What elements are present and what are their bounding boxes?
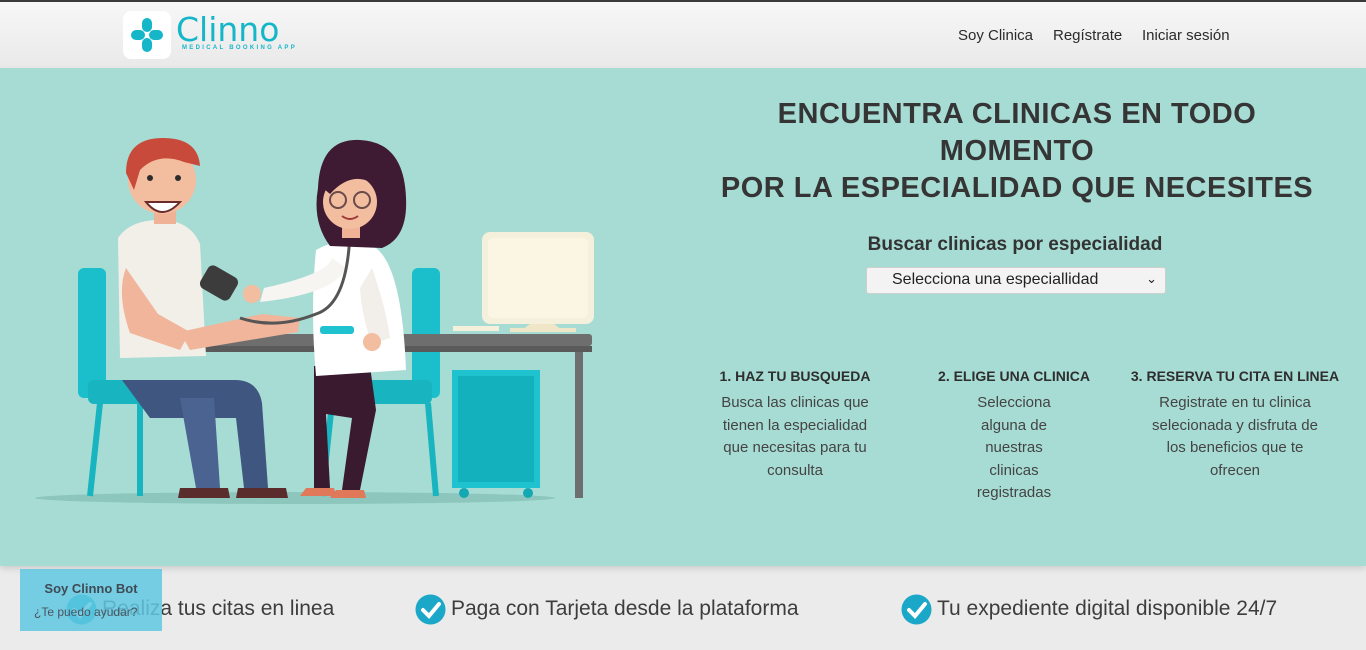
- step-card-book: 3. RESERVA TU CITA EN LINEA Registrate e…: [1124, 368, 1346, 482]
- chatbot-widget[interactable]: Soy Clinno Bot ¿Te puedo ayudar?: [20, 569, 162, 631]
- specialty-select-value: Selecciona una especiallidad: [892, 271, 1099, 288]
- step-title: 2. ELIGE UNA CLINICA: [938, 368, 1090, 384]
- nav-soy-clinica-link[interactable]: Soy Clinica: [958, 27, 1033, 44]
- specialty-select[interactable]: Selecciona una especiallidad ⌄: [866, 267, 1166, 294]
- step-text: Busca las clinicas que tienen la especia…: [721, 394, 869, 479]
- step-text: Selecciona alguna de nuestras clinicas r…: [976, 394, 1052, 501]
- chatbot-subtitle: ¿Te puedo ayudar?: [34, 605, 138, 619]
- check-circle-icon: [901, 594, 932, 625]
- step-card-search: 1. HAZ TU BUSQUEDA Busca las clinicas qu…: [705, 368, 885, 482]
- site-header: Clinno MEDICAL BOOKING APP Soy Clinica R…: [0, 2, 1366, 68]
- hero-title-line-2: POR LA ESPECIALIDAD QUE NECESITES: [720, 172, 1314, 204]
- feature-text: Paga con Tarjeta desde la plataforma: [451, 597, 799, 620]
- nav-register-link[interactable]: Regístrate: [1053, 27, 1122, 44]
- step-card-choose: 2. ELIGE UNA CLINICA Selecciona alguna d…: [924, 368, 1104, 505]
- hero-title-line-1: ENCUENTRA CLINICAS EN TODO MOMENTO: [777, 98, 1257, 167]
- hero-title: ENCUENTRA CLINICAS EN TODO MOMENTO POR L…: [700, 96, 1334, 207]
- logo-tagline: MEDICAL BOOKING APP: [182, 45, 298, 51]
- search-label: Buscar clinicas por especialidad: [867, 234, 1163, 255]
- logo-wordmark[interactable]: Clinno: [176, 10, 279, 49]
- hero-section: ENCUENTRA CLINICAS EN TODO MOMENTO POR L…: [0, 68, 1366, 566]
- step-title: 1. HAZ TU BUSQUEDA: [719, 368, 871, 384]
- chevron-down-icon[interactable]: ⌄: [1146, 271, 1157, 287]
- step-title: 3. RESERVA TU CITA EN LINEA: [1130, 368, 1340, 384]
- step-text: Registrate en tu clinica selecionada y d…: [1152, 394, 1318, 479]
- logo-icon[interactable]: [123, 11, 171, 59]
- nav-login-link[interactable]: Iniciar sesión: [1142, 27, 1230, 44]
- chatbot-title: Soy Clinno Bot: [44, 581, 138, 596]
- doctor-consultation-illustration: [35, 138, 594, 504]
- check-circle-icon: [415, 594, 446, 625]
- feature-text: Tu expediente digital disponible 24/7: [937, 597, 1278, 620]
